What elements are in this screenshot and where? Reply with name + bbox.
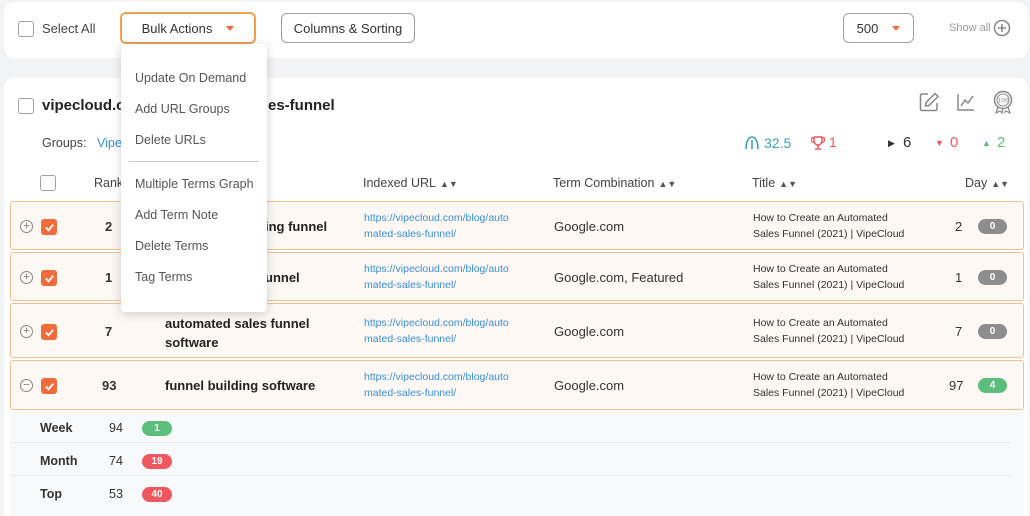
caret-down-icon <box>226 25 235 31</box>
history-label: Top <box>40 487 62 501</box>
page-title: How to Create an Automated Sales Funnel (… <box>753 263 905 291</box>
day-value: 7 <box>955 324 963 339</box>
site-checkbox[interactable] <box>18 98 34 114</box>
average-rank-icon <box>745 136 759 150</box>
site-name-suffix: es-funnel <box>268 97 335 114</box>
row-checkbox[interactable] <box>41 219 57 235</box>
change-badge: 0 <box>978 270 1007 285</box>
row-checkbox[interactable] <box>41 324 57 340</box>
page-title: How to Create an Automated Sales Funnel (… <box>753 212 905 240</box>
history-row: Top 53 40 <box>10 476 1010 509</box>
page-title: How to Create an Automated Sales Funnel (… <box>753 317 905 345</box>
menu-item-tag-terms[interactable]: Tag Terms <box>135 270 192 284</box>
page-size-select[interactable]: 500 <box>843 13 914 43</box>
term-text: unnel <box>265 270 300 285</box>
term-combination: Google.com <box>554 219 625 234</box>
change-badge: 0 <box>978 324 1007 339</box>
bulk-actions-menu: Update On Demand Add URL Groups Delete U… <box>121 44 267 312</box>
history-label: Week <box>40 421 73 435</box>
columns-sorting-label: Columns & Sorting <box>293 20 403 36</box>
up-arrow-icon: ▲ <box>982 138 991 148</box>
history-change-badge: 40 <box>142 487 172 502</box>
edit-icon[interactable] <box>918 91 940 113</box>
term-combination: Google.com <box>554 378 625 393</box>
row-checkbox[interactable] <box>41 270 57 286</box>
day-value: 2 <box>955 219 963 234</box>
term-combination: Google.com <box>554 324 625 339</box>
menu-item-multiple-terms-graph[interactable]: Multiple Terms Graph <box>135 177 254 191</box>
badge-100-icon[interactable]: 100 <box>992 90 1014 114</box>
caret-down-icon <box>892 25 901 31</box>
show-all-link[interactable]: Show all <box>949 22 991 34</box>
row-checkbox[interactable] <box>41 378 57 394</box>
up-count: 2 <box>997 134 1006 151</box>
group-link[interactable]: Vipe <box>97 136 122 150</box>
term-text: automated sales funnel software <box>165 316 310 350</box>
average-rank-value: 32.5 <box>764 135 792 151</box>
expand-icon[interactable]: + <box>20 325 33 338</box>
bulk-actions-label: Bulk Actions <box>141 20 213 36</box>
indexed-url-link[interactable]: https://vipecloud.com/blog/auto mated-sal… <box>364 261 509 293</box>
term-text: funnel building software <box>165 378 316 393</box>
term-text: ing funnel <box>265 219 328 234</box>
indexed-url-link[interactable]: https://vipecloud.com/blog/auto mated-sal… <box>364 210 509 242</box>
title-header[interactable]: Title ▲▼ <box>752 176 797 190</box>
neutral-count: 6 <box>903 134 912 151</box>
rank-value: 2 <box>105 219 113 234</box>
table-row[interactable]: − 93 funnel building software https://vi… <box>10 360 1024 410</box>
site-name: vipecloud.co <box>42 97 134 114</box>
plus-circle-icon[interactable] <box>993 19 1011 37</box>
svg-text:100: 100 <box>997 98 1009 105</box>
groups-label: Groups: <box>42 136 87 150</box>
trophy-count: 1 <box>829 134 837 150</box>
indexed-url-header[interactable]: Indexed URL ▲▼ <box>363 176 458 190</box>
menu-item-add-term-note[interactable]: Add Term Note <box>135 208 218 222</box>
change-badge: 4 <box>978 378 1007 393</box>
columns-sorting-button[interactable]: Columns & Sorting <box>281 13 415 43</box>
rank-value: 7 <box>105 324 113 339</box>
history-value: 94 <box>109 421 123 435</box>
select-all-label: Select All <box>42 21 96 36</box>
indexed-url-link[interactable]: https://vipecloud.com/blog/auto mated-sal… <box>364 369 509 401</box>
collapse-icon[interactable]: − <box>20 379 33 392</box>
term-combination-header[interactable]: Term Combination ▲▼ <box>553 176 676 190</box>
menu-item-delete-terms[interactable]: Delete Terms <box>135 239 208 253</box>
rank-value: 1 <box>105 270 113 285</box>
page-title: How to Create an Automated Sales Funnel (… <box>753 371 905 399</box>
rank-value: 93 <box>102 378 117 393</box>
history-change-badge: 1 <box>142 421 172 436</box>
day-value: 97 <box>949 378 964 393</box>
trophy-icon <box>810 136 826 150</box>
history-value: 74 <box>109 454 123 468</box>
rank-history: Week 94 1 Month 74 19 Top 53 40 <box>10 410 1024 516</box>
down-arrow-icon: ▼ <box>935 138 944 148</box>
select-all-checkbox[interactable] <box>18 21 34 37</box>
rank-header[interactable]: Rank <box>94 176 123 190</box>
history-row: Month 74 19 <box>10 443 1010 476</box>
change-badge: 0 <box>978 219 1007 234</box>
page-size-value: 500 <box>856 20 879 36</box>
menu-divider <box>129 161 259 162</box>
day-header[interactable]: Day ▲▼ <box>965 176 1009 190</box>
history-value: 53 <box>109 487 123 501</box>
indexed-url-link[interactable]: https://vipecloud.com/blog/auto mated-sal… <box>364 315 509 347</box>
neutral-arrow-icon: ▶ <box>888 138 895 148</box>
header-checkbox[interactable] <box>40 175 56 191</box>
day-value: 1 <box>955 270 963 285</box>
menu-item-update-on-demand[interactable]: Update On Demand <box>135 71 246 85</box>
expand-icon[interactable]: + <box>20 271 33 284</box>
history-row: Week 94 1 <box>10 410 1010 443</box>
history-change-badge: 19 <box>142 454 172 469</box>
chart-icon[interactable] <box>956 92 976 112</box>
history-label: Month <box>40 454 78 468</box>
menu-item-add-url-groups[interactable]: Add URL Groups <box>135 102 230 116</box>
expand-icon[interactable]: + <box>20 220 33 233</box>
bulk-actions-button[interactable]: Bulk Actions <box>120 12 256 44</box>
menu-item-delete-urls[interactable]: Delete URLs <box>135 133 206 147</box>
term-combination: Google.com, Featured <box>554 270 684 285</box>
down-count: 0 <box>950 134 959 151</box>
